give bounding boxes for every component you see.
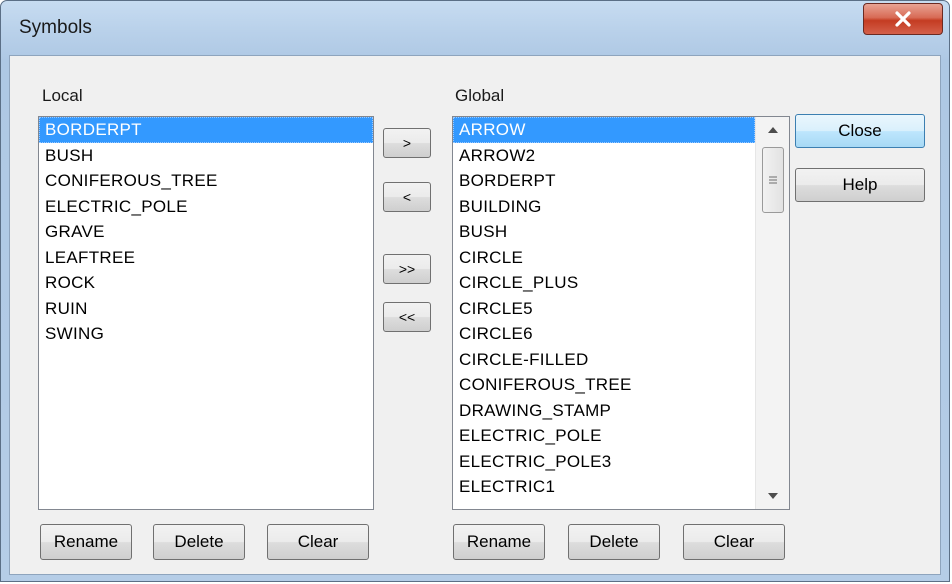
list-item[interactable]: ELECTRIC_POLE (39, 194, 373, 220)
list-item[interactable]: CONIFEROUS_TREE (39, 168, 373, 194)
list-item[interactable]: CIRCLE5 (453, 296, 755, 322)
scroll-down-icon[interactable] (756, 483, 789, 509)
list-item[interactable]: ARROW (453, 117, 755, 143)
list-item[interactable]: ARROW2 (453, 143, 755, 169)
global-list[interactable]: ARROW ARROW2 BORDERPT BUILDING BUSH CIRCLE CIR… (452, 116, 790, 510)
grip-icon (769, 176, 777, 184)
help-button[interactable]: Help (795, 168, 925, 202)
list-item[interactable]: CONIFEROUS_TREE (453, 372, 755, 398)
close-button[interactable]: Close (795, 114, 925, 148)
local-list[interactable]: BORDERPT BUSH CONIFEROUS_TREE ELECTRIC_POLE… (38, 116, 374, 510)
scroll-thumb[interactable] (762, 147, 784, 213)
global-clear-button[interactable]: Clear (683, 524, 785, 560)
list-item[interactable]: ELECTRIC_POLE (453, 423, 755, 449)
window-title: Symbols (19, 17, 92, 38)
list-item[interactable]: ELECTRIC1 (453, 474, 755, 500)
list-item[interactable]: LEAFTREE (39, 245, 373, 271)
local-clear-button[interactable]: Clear (267, 524, 369, 560)
list-item[interactable]: ROCK (39, 270, 373, 296)
remove-selected-button[interactable]: < (383, 182, 431, 212)
global-label: Global (455, 86, 505, 105)
remove-all-button[interactable]: << (383, 302, 431, 332)
scroll-up-icon[interactable] (756, 117, 789, 143)
list-item[interactable]: RUIN (39, 296, 373, 322)
local-rename-button[interactable]: Rename (40, 524, 132, 560)
list-item[interactable]: BUSH (39, 143, 373, 169)
list-item[interactable]: CIRCLE6 (453, 321, 755, 347)
local-label: Local (42, 86, 83, 105)
list-item[interactable]: GRAVE (39, 219, 373, 245)
list-item[interactable]: BORDERPT (39, 117, 373, 143)
add-all-button[interactable]: >> (383, 254, 431, 284)
list-item[interactable]: BUSH (453, 219, 755, 245)
local-delete-button[interactable]: Delete (153, 524, 245, 560)
global-scrollbar[interactable] (755, 117, 789, 509)
add-selected-button[interactable]: > (383, 128, 431, 158)
dialog-body: Local BORDERPT BUSH CONIFEROUS_TREE ELECTRI… (9, 55, 941, 575)
list-item[interactable]: BUILDING (453, 194, 755, 220)
list-item[interactable]: DRAWING_STAMP (453, 398, 755, 424)
global-delete-button[interactable]: Delete (568, 524, 660, 560)
list-item[interactable]: BORDERPT (453, 168, 755, 194)
close-icon (895, 11, 911, 27)
list-item[interactable]: CIRCLE (453, 245, 755, 271)
window-close-button[interactable] (863, 3, 943, 35)
list-item[interactable]: SWING (39, 321, 373, 347)
global-rename-button[interactable]: Rename (453, 524, 545, 560)
list-item[interactable]: ELECTRIC_POLE3 (453, 449, 755, 475)
list-item[interactable]: CIRCLE-FILLED (453, 347, 755, 373)
symbols-dialog: Symbols Local BORDERPT BUSH CONIFEROUS_TRE… (0, 0, 950, 582)
list-item[interactable]: CIRCLE_PLUS (453, 270, 755, 296)
